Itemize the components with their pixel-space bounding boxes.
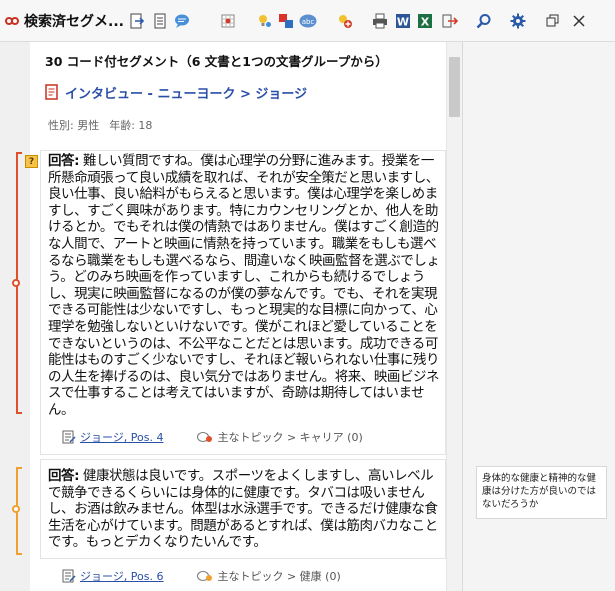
scrollbar-thumb[interactable] bbox=[449, 57, 460, 117]
retrieved-segments-icon bbox=[5, 17, 19, 25]
print-button[interactable] bbox=[370, 11, 390, 31]
color-code-button[interactable] bbox=[276, 11, 296, 31]
segment-bracket-dot[interactable] bbox=[12, 505, 20, 513]
code-lightbulb-button[interactable] bbox=[254, 11, 274, 31]
segment-source-link[interactable]: ジョージ, Pos. 4 bbox=[80, 429, 163, 445]
code-matrix-button[interactable] bbox=[218, 11, 238, 31]
word-export-button[interactable]: W bbox=[393, 11, 413, 31]
svg-text:abc: abc bbox=[302, 18, 315, 26]
segment-code[interactable]: 主なトピック > キャリア (0) bbox=[197, 429, 363, 445]
segments-pane: 30 コード付セグメント（6 文書と1つの文書グループから） インタビュー - … bbox=[0, 42, 462, 591]
segment-label: 回答: bbox=[48, 468, 80, 484]
exit-icon bbox=[442, 14, 458, 28]
document-view-button[interactable] bbox=[150, 11, 170, 31]
comment-button[interactable] bbox=[172, 11, 192, 31]
segment-text: 回答: 健康状態は良いです。スポーツをよくしますし、高いレベルで競争できるくらい… bbox=[48, 468, 442, 551]
export-button[interactable] bbox=[127, 11, 147, 31]
source-document-icon bbox=[62, 569, 76, 583]
word-icon: W bbox=[396, 14, 410, 29]
attribute-age: 年齢: 18 bbox=[109, 119, 153, 132]
exit-button[interactable] bbox=[440, 11, 460, 31]
gear-icon bbox=[510, 13, 526, 29]
question-icon: ? bbox=[25, 155, 38, 168]
segment-code[interactable]: 主なトピック > 健康 (0) bbox=[197, 568, 341, 584]
segment-code-text: 主なトピック > 健康 (0) bbox=[217, 570, 341, 583]
segment-label: 回答: bbox=[48, 153, 80, 169]
segment-source-link[interactable]: ジョージ, Pos. 6 bbox=[80, 568, 163, 584]
svg-text:X: X bbox=[421, 16, 430, 29]
toolbar: 検索済セグメ... abc W X bbox=[0, 0, 615, 42]
segment-body: 健康状態は良いです。スポーツをよくしますし、高いレベルで競争できるくらいには身体… bbox=[48, 468, 438, 551]
code-tag-icon bbox=[197, 571, 213, 581]
window-title: 検索済セグメ... bbox=[5, 9, 124, 33]
export-icon bbox=[130, 13, 145, 29]
document-link-text[interactable]: インタビュー - ニューヨーク > ジョージ bbox=[65, 83, 307, 102]
document-link[interactable]: インタビュー - ニューヨーク > ジョージ bbox=[45, 82, 307, 102]
abc-code-button[interactable]: abc bbox=[298, 11, 318, 31]
segment-body: 難しい質問ですね。僕は心理学の分野に進みます。授業を一所懸命頑張って良い成績を取… bbox=[48, 153, 440, 418]
lightbulb-icon bbox=[259, 15, 271, 27]
code-tag-icon bbox=[197, 432, 213, 442]
add-code-icon bbox=[339, 15, 352, 28]
window-title-text: 検索済セグメ... bbox=[24, 14, 124, 30]
svg-text:W: W bbox=[397, 16, 409, 29]
memo-card[interactable]: 身体的な健康と精神的な健康は分けた方が良いのではないだろうか bbox=[476, 466, 607, 519]
search-icon bbox=[476, 14, 491, 29]
vertical-scrollbar[interactable] bbox=[446, 42, 462, 591]
settings-button[interactable] bbox=[508, 11, 528, 31]
add-code-button[interactable] bbox=[335, 11, 355, 31]
segment-meta: ジョージ, Pos. 4 主なトピック > キャリア (0) bbox=[62, 429, 363, 445]
restore-window-button[interactable] bbox=[543, 11, 563, 31]
document-icon bbox=[45, 84, 58, 100]
segment-meta: ジョージ, Pos. 6 主なトピック > 健康 (0) bbox=[62, 568, 341, 584]
comment-bubble-icon bbox=[175, 14, 189, 28]
restore-window-icon bbox=[546, 14, 559, 27]
attribute-gender: 性別: 男性 bbox=[48, 119, 100, 132]
segment-code-text: 主なトピック > キャリア (0) bbox=[217, 431, 363, 444]
code-matrix-icon bbox=[221, 14, 235, 28]
close-icon bbox=[573, 15, 585, 27]
search-button[interactable] bbox=[474, 11, 494, 31]
segment-count: 30 コード付セグメント（6 文書と1つの文書グループから） bbox=[45, 54, 388, 69]
segment-text: 回答: 難しい質問ですね。僕は心理学の分野に進みます。授業を一所懸命頑張って良い… bbox=[48, 153, 442, 419]
color-squares-icon bbox=[279, 14, 293, 28]
document-attributes: 性別: 男性 年齢: 18 bbox=[48, 117, 152, 133]
abc-icon: abc bbox=[299, 14, 317, 28]
excel-export-button[interactable]: X bbox=[415, 11, 435, 31]
source-document-icon bbox=[62, 430, 76, 444]
close-button[interactable] bbox=[569, 11, 589, 31]
document-icon bbox=[154, 13, 166, 29]
excel-icon: X bbox=[418, 14, 432, 29]
printer-icon bbox=[373, 13, 387, 29]
segment-bracket-dot[interactable] bbox=[12, 279, 20, 287]
